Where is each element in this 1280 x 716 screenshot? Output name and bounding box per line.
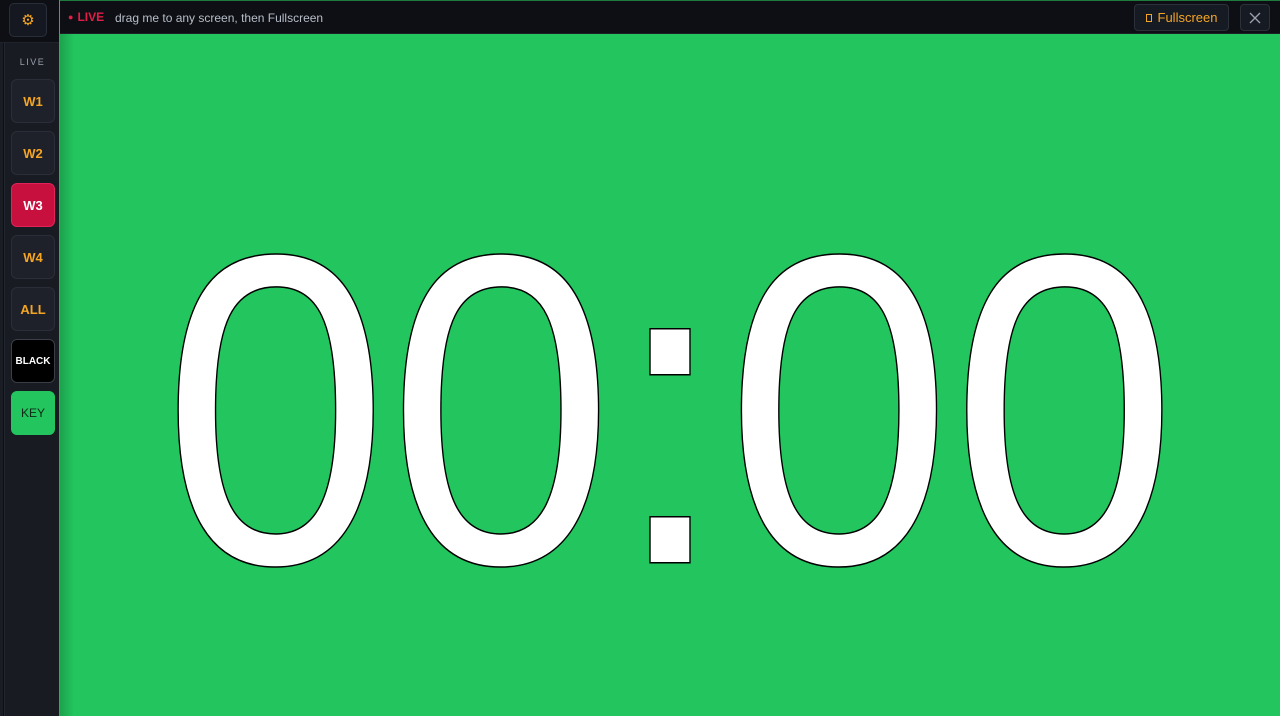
timer-text: 00:00 xyxy=(163,165,1177,656)
close-icon xyxy=(1249,12,1261,23)
live-badge: ● LIVE xyxy=(68,10,104,24)
window-4-button[interactable]: W4 xyxy=(11,235,55,279)
black-button[interactable]: BLACK xyxy=(11,339,55,383)
window-3-button[interactable]: W3 xyxy=(11,183,55,227)
live-badge-label: LIVE xyxy=(77,10,105,24)
live-dot-icon: ● xyxy=(68,12,74,22)
drag-hint: drag me to any screen, then Fullscreen xyxy=(115,11,324,25)
left-rail: ⚙ LIVE W1 W2 W3 W4 ALL BLACK KEY xyxy=(0,0,60,716)
timer-display: 00:00 xyxy=(162,164,1179,658)
window-2-button[interactable]: W2 xyxy=(11,131,55,175)
live-output-window: ● LIVE drag me to any screen, then Fullsc… xyxy=(59,0,1280,716)
window-1-button[interactable]: W1 xyxy=(11,79,55,123)
live-window-titlebar[interactable]: ● LIVE drag me to any screen, then Fullsc… xyxy=(60,0,1280,34)
fullscreen-icon xyxy=(1145,13,1152,22)
all-windows-button[interactable]: ALL xyxy=(11,287,55,331)
settings-button[interactable]: ⚙ xyxy=(9,3,47,37)
sidebar-heading: LIVE xyxy=(19,57,46,67)
fullscreen-label: Fullscreen xyxy=(1157,10,1218,25)
fullscreen-button[interactable]: Fullscreen xyxy=(1134,4,1229,31)
key-button[interactable]: KEY xyxy=(11,391,55,435)
gear-icon: ⚙ xyxy=(21,11,35,29)
output-sidebar: LIVE W1 W2 W3 W4 ALL BLACK KEY xyxy=(4,43,59,716)
rail-edge xyxy=(0,43,3,716)
close-button[interactable] xyxy=(1240,4,1270,31)
